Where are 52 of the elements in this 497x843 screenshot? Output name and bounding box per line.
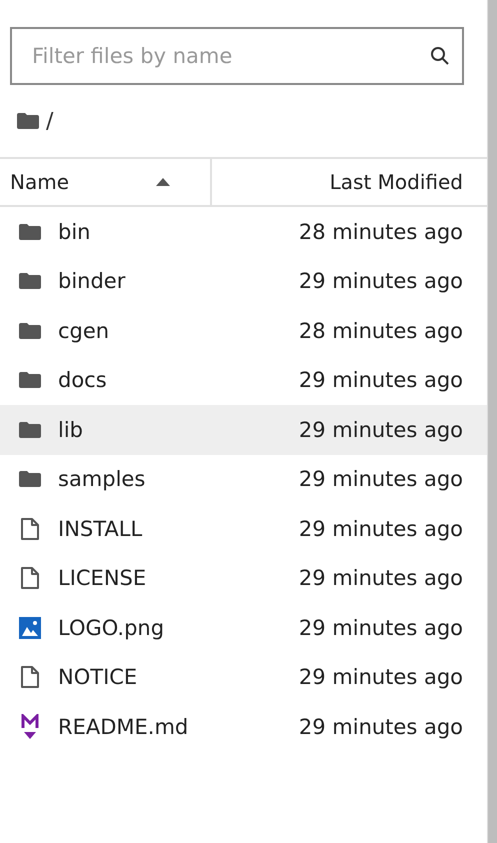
markdown-icon <box>20 714 40 740</box>
file-name: LICENSE <box>58 566 148 590</box>
file-name: lib <box>58 418 84 442</box>
modified-time: 29 minutes ago <box>298 269 463 294</box>
file-name: INSTALL <box>58 516 144 541</box>
modified-time: 28 minutes ago <box>298 220 463 244</box>
file-row[interactable]: NOTICE 29 minutes ago <box>0 652 487 702</box>
folder-icon <box>18 322 42 340</box>
breadcrumb-link[interactable]: / <box>46 108 54 134</box>
file-row[interactable]: cgen 28 minutes ago <box>0 306 487 356</box>
modified-time: 29 minutes ago <box>298 714 463 739</box>
file-name: NOTICE <box>58 665 138 690</box>
file-name: binder <box>58 269 126 294</box>
document-icon <box>20 566 40 590</box>
file-row[interactable]: README.md 29 minutes ago <box>0 702 487 752</box>
file-row[interactable]: LOGO.png 29 minutes ago <box>0 603 487 652</box>
modified-time: 29 minutes ago <box>298 665 463 690</box>
folder-icon <box>18 371 42 390</box>
modified-time: 29 minutes ago <box>298 516 463 541</box>
modified-time: 29 minutes ago <box>298 418 463 442</box>
folder-icon <box>18 470 42 488</box>
search-field[interactable]: Filter files by name <box>10 27 464 85</box>
file-name: docs <box>58 368 108 392</box>
file-row[interactable]: INSTALL 29 minutes ago <box>0 504 487 554</box>
file-row[interactable]: binder 29 minutes ago <box>0 256 487 306</box>
file-row[interactable]: samples 29 minutes ago <box>0 454 487 504</box>
file-name: bin <box>58 220 92 244</box>
modified-time: 29 minutes ago <box>298 566 463 590</box>
folder-icon[interactable] <box>16 112 40 130</box>
column-header[interactable]: Last Modified <box>212 159 487 205</box>
file-row[interactable]: LICENSE 29 minutes ago <box>0 554 487 603</box>
image-icon <box>19 616 41 639</box>
file-name: samples <box>58 467 146 492</box>
file-name: cgen <box>58 318 110 343</box>
file-name: README.md <box>58 714 190 739</box>
modified-time: 29 minutes ago <box>298 368 463 392</box>
file-row[interactable]: bin 28 minutes ago <box>0 207 487 256</box>
folder-icon <box>18 222 42 241</box>
document-icon <box>20 665 40 690</box>
file-name: LOGO.png <box>58 616 166 640</box>
column-header[interactable]: Name <box>0 159 212 205</box>
modified-time: 29 minutes ago <box>298 467 463 492</box>
file-row[interactable]: lib 29 minutes ago <box>0 405 487 454</box>
folder-icon <box>18 272 42 290</box>
folder-icon <box>18 420 42 439</box>
scrollbar[interactable] <box>488 0 497 843</box>
sort-ascending-icon <box>156 178 170 186</box>
file-row[interactable]: docs 29 minutes ago <box>0 356 487 405</box>
search-icon <box>430 46 450 66</box>
modified-time: 29 minutes ago <box>298 616 463 640</box>
modified-time: 28 minutes ago <box>298 318 463 343</box>
document-icon <box>20 516 40 541</box>
